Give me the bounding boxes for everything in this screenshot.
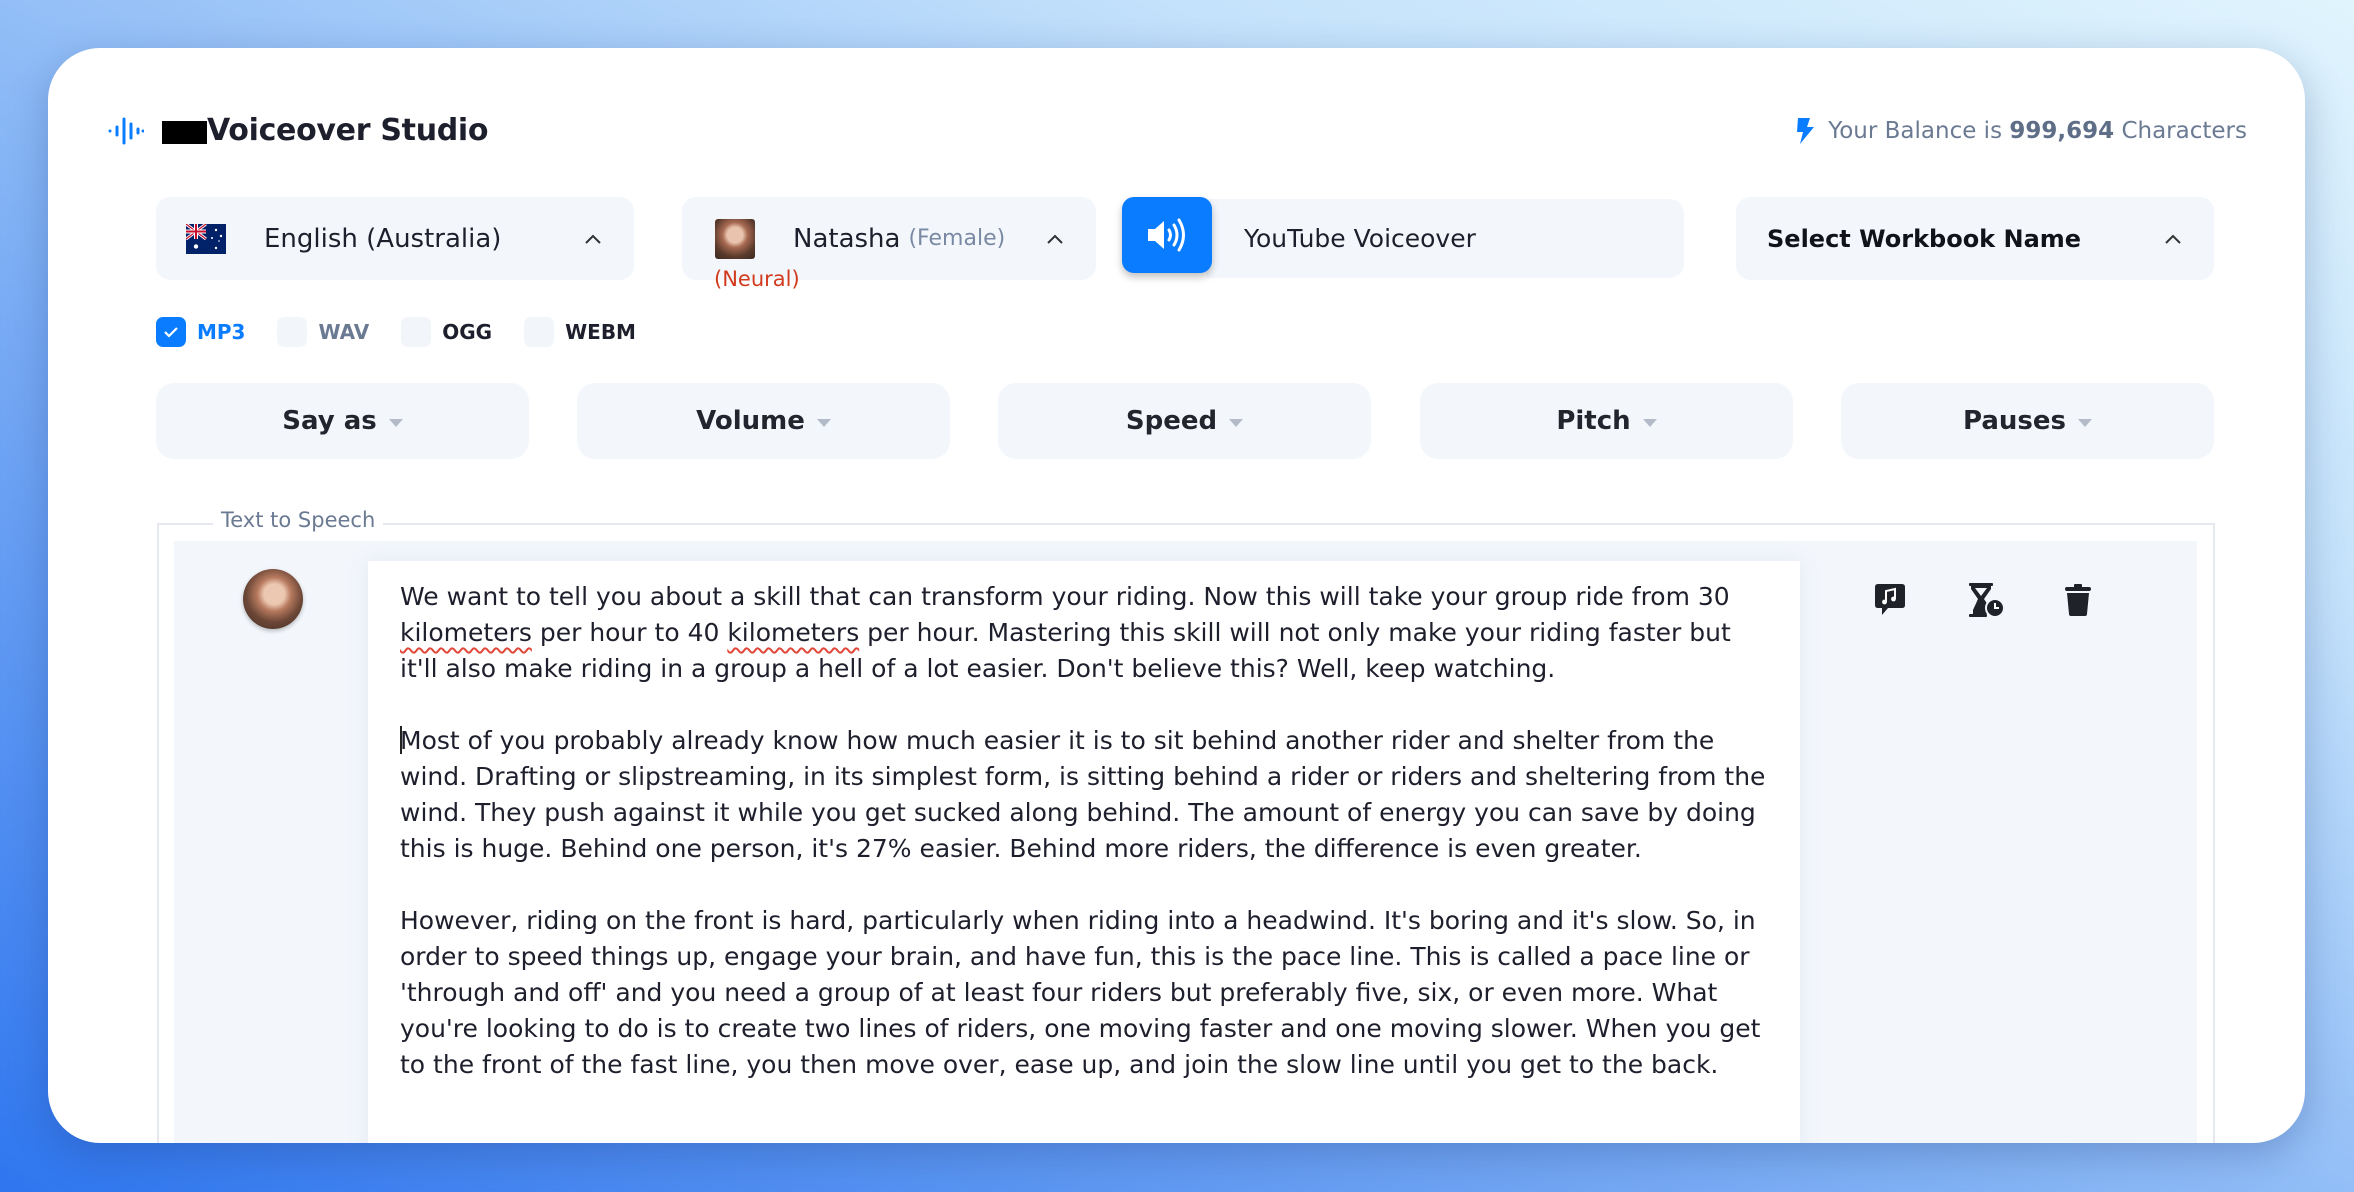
trash-icon: [2065, 584, 2091, 616]
balance-prefix: Your Balance is: [1828, 118, 2003, 144]
voice-gender: (Female): [908, 226, 1006, 251]
delete-button[interactable]: [2058, 580, 2098, 620]
speed-label: Speed: [1125, 406, 1218, 436]
text-editor[interactable]: We want to tell you about a skill that c…: [368, 561, 1800, 1143]
redacted-brand: [162, 121, 207, 144]
pitch-label: Pitch: [1556, 406, 1631, 436]
format-ogg[interactable]: OGG: [401, 317, 492, 347]
balance-value: 999,694: [2009, 118, 2115, 144]
paragraph: However, riding on the front is hard, pa…: [400, 906, 1761, 1079]
caret-down-icon: [816, 419, 831, 427]
say-as-dropdown[interactable]: Say as: [156, 383, 529, 459]
speed-dropdown[interactable]: Speed: [998, 383, 1371, 459]
misspelled-word: kilometers: [727, 618, 860, 647]
voice-type-label: (Neural): [714, 267, 800, 291]
section-label: Text to Speech: [213, 508, 384, 532]
studio-card: Voiceover Studio Your Balance is 999,694…: [48, 48, 2305, 1143]
pitch-dropdown[interactable]: Pitch: [1420, 383, 1793, 459]
format-webm[interactable]: WEBM: [524, 317, 636, 347]
volume-label: Volume: [696, 406, 805, 436]
say-as-label: Say as: [282, 406, 377, 436]
checkbox-webm[interactable]: [524, 317, 555, 347]
voice-name: Natasha: [793, 223, 901, 254]
voiceover-title-input[interactable]: [1206, 199, 1684, 278]
format-label: MP3: [197, 320, 246, 344]
caret-down-icon: [1642, 419, 1657, 427]
format-label: OGG: [442, 320, 493, 344]
language-select[interactable]: English (Australia): [156, 197, 634, 280]
volume-dropdown[interactable]: Volume: [577, 383, 950, 459]
language-label: English (Australia): [264, 223, 502, 254]
pauses-dropdown[interactable]: Pauses: [1841, 383, 2214, 459]
format-wav[interactable]: WAV: [277, 317, 369, 347]
preview-voice-button[interactable]: [1122, 197, 1212, 273]
workbook-label: Select Workbook Name: [1767, 224, 2082, 253]
chevron-up-icon: [585, 234, 601, 244]
checkbox-ogg[interactable]: [401, 317, 432, 347]
chevron-up-icon: [2165, 234, 2181, 244]
misspelled-word: kilometers: [400, 618, 532, 647]
balance-suffix: Characters: [2121, 118, 2247, 144]
checkbox-mp3[interactable]: [156, 317, 186, 347]
lightning-bolt-icon: [1797, 118, 1815, 144]
format-options: MP3 WAV OGG WEBM: [156, 317, 668, 347]
speaker-icon: [1148, 218, 1185, 252]
format-mp3[interactable]: MP3: [156, 317, 245, 347]
pauses-label: Pauses: [1963, 406, 2066, 436]
format-label: WEBM: [565, 320, 636, 344]
app-title: Voiceover Studio: [207, 113, 489, 148]
speaker-avatar[interactable]: [243, 569, 303, 629]
checkbox-wav[interactable]: [277, 317, 308, 347]
speech-music-icon: [1875, 584, 1905, 615]
insert-pause-button[interactable]: [1966, 580, 2006, 620]
chevron-up-icon: [1047, 234, 1063, 244]
hourglass-clock-icon: [1969, 583, 2005, 618]
caret-down-icon: [388, 419, 403, 427]
workbook-select[interactable]: Select Workbook Name: [1736, 197, 2214, 280]
balance-display: Your Balance is 999,694 Characters: [1794, 118, 2247, 144]
caret-down-icon: [2078, 419, 2092, 427]
insert-audio-button[interactable]: [1870, 580, 1910, 620]
format-label: WAV: [318, 320, 370, 344]
paragraph: Most of you probably already know how mu…: [400, 726, 1766, 863]
caret-down-icon: [1229, 419, 1244, 427]
sound-wave-icon: [108, 117, 144, 145]
paragraph: We want to tell you about a skill that c…: [400, 582, 1731, 683]
voice-avatar: [715, 218, 755, 259]
australia-flag-icon: [186, 223, 226, 254]
checkmark-icon: [164, 327, 178, 338]
